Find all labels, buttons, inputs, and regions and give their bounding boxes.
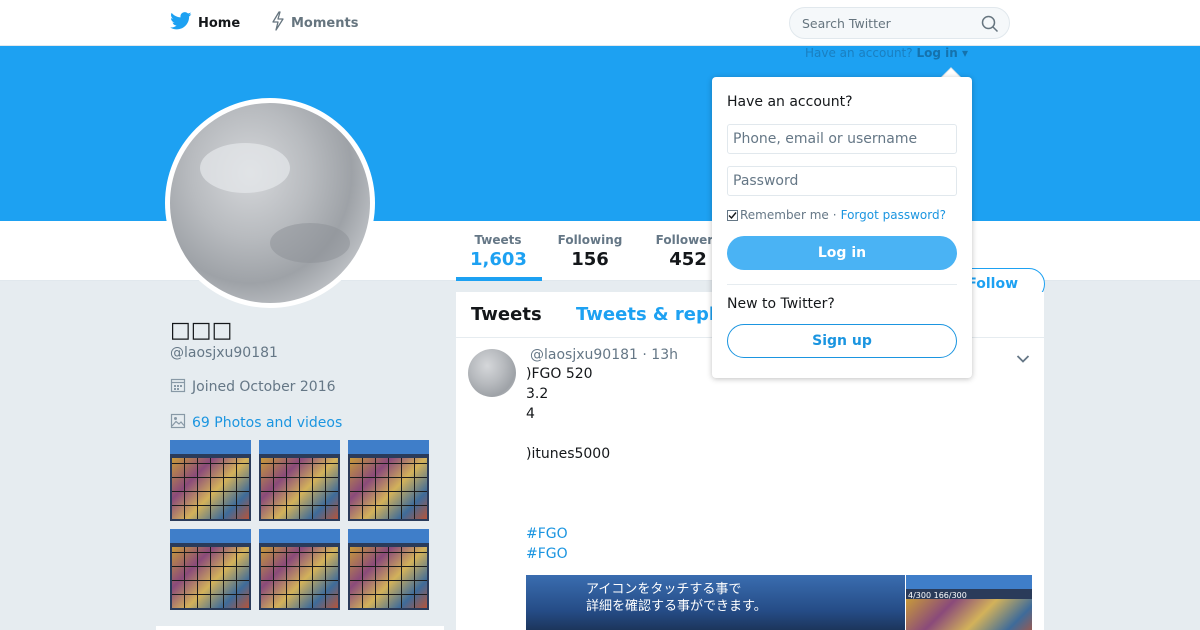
profile-joined: Joined October 2016 xyxy=(170,377,336,397)
hashtag-link[interactable]: #FGO xyxy=(526,526,568,542)
have-account-text: Have an account? xyxy=(805,46,913,60)
photo-thumbnail[interactable] xyxy=(348,440,429,521)
photo-thumbnail[interactable] xyxy=(348,529,429,610)
search-input[interactable] xyxy=(802,8,977,38)
have-account-prompt: Have an account? Log in ▾ xyxy=(805,46,968,60)
tab-tweets[interactable]: Tweets xyxy=(471,304,542,325)
login-button[interactable]: Log in xyxy=(727,236,957,270)
stat-tweets-value: 1,603 xyxy=(470,249,527,270)
tweet-text-line: 4 xyxy=(526,406,535,422)
divider xyxy=(727,284,957,285)
search-icon[interactable] xyxy=(981,15,999,37)
photo-thumbnail[interactable] xyxy=(259,440,340,521)
caret-down-icon: ▾ xyxy=(961,46,968,60)
profile-name[interactable]: □□□ xyxy=(170,318,232,343)
tweet-separator: · xyxy=(642,347,647,363)
photo-thumbnail[interactable] xyxy=(170,529,251,610)
tweet-media-image[interactable]: アイコンをタッチする事で 詳細を確認する事ができます。 xyxy=(526,575,905,630)
tweet-meta: @laosjxu90181 · 13h xyxy=(530,347,678,363)
password-field[interactable] xyxy=(727,166,957,196)
header-login-label: Log in xyxy=(916,46,958,60)
photo-thumbnail[interactable] xyxy=(259,529,340,610)
stat-following-label: Following xyxy=(557,233,623,247)
active-tab-indicator xyxy=(456,277,542,281)
nav-home[interactable]: Home xyxy=(170,0,240,46)
remember-me-label[interactable]: Remember me xyxy=(740,208,829,222)
separator-dot: · xyxy=(832,208,837,222)
login-dropdown: Have an account? Remember me · Forgot pa… xyxy=(712,77,972,378)
tweet-text-line: 3.2 xyxy=(526,386,549,402)
nav-moments[interactable]: Moments xyxy=(271,0,358,46)
forgot-password-link[interactable]: Forgot password? xyxy=(841,208,946,222)
lightning-icon xyxy=(271,11,285,35)
sidebar-card xyxy=(156,626,444,630)
search-box xyxy=(789,7,1010,39)
profile-joined-text: Joined October 2016 xyxy=(192,379,336,395)
avatar-image xyxy=(170,103,370,303)
hashtag-link[interactable]: #FGO xyxy=(526,546,568,562)
chevron-down-icon[interactable] xyxy=(1016,349,1030,368)
login-dropdown-title: Have an account? xyxy=(727,94,853,110)
username-field[interactable] xyxy=(727,124,957,154)
media-caption-line: 詳細を確認する事ができます。 xyxy=(586,599,767,614)
profile-handle[interactable]: @laosjxu90181 xyxy=(170,345,278,361)
profile-avatar[interactable] xyxy=(165,98,375,308)
tweet-handle[interactable]: @laosjxu90181 xyxy=(530,347,638,363)
stat-following[interactable]: Following 156 xyxy=(556,233,624,270)
stat-tweets[interactable]: Tweets 1,603 xyxy=(470,233,527,270)
tweet-text-line: )FGO 520 xyxy=(526,366,593,382)
tweet-time[interactable]: 13h xyxy=(651,347,678,363)
tweet-text-line: )itunes5000 xyxy=(526,446,611,462)
signup-button[interactable]: Sign up xyxy=(727,324,957,358)
new-to-twitter-text: New to Twitter? xyxy=(727,296,835,312)
tweet-media-image[interactable]: 4/300 166/300 xyxy=(906,575,1032,630)
stat-tweets-label: Tweets xyxy=(474,233,522,247)
remember-row: Remember me · Forgot password? xyxy=(727,208,946,222)
image-icon xyxy=(170,413,186,433)
header-login-link[interactable]: Log in ▾ xyxy=(916,46,968,60)
media-caption-line: アイコンをタッチする事で xyxy=(586,582,742,597)
photos-videos-label: 69 Photos and videos xyxy=(192,415,343,431)
top-nav: Home Moments xyxy=(0,0,1200,46)
photo-thumbnail[interactable] xyxy=(170,440,251,521)
nav-home-label: Home xyxy=(198,15,241,31)
remember-me-checkbox[interactable] xyxy=(727,209,738,221)
photos-videos-link[interactable]: 69 Photos and videos xyxy=(170,413,342,433)
nav-moments-label: Moments xyxy=(291,15,359,31)
calendar-icon xyxy=(170,377,186,397)
twitter-bird-icon xyxy=(170,12,192,34)
tweet-avatar[interactable] xyxy=(468,349,516,397)
stat-following-value: 156 xyxy=(571,249,609,270)
